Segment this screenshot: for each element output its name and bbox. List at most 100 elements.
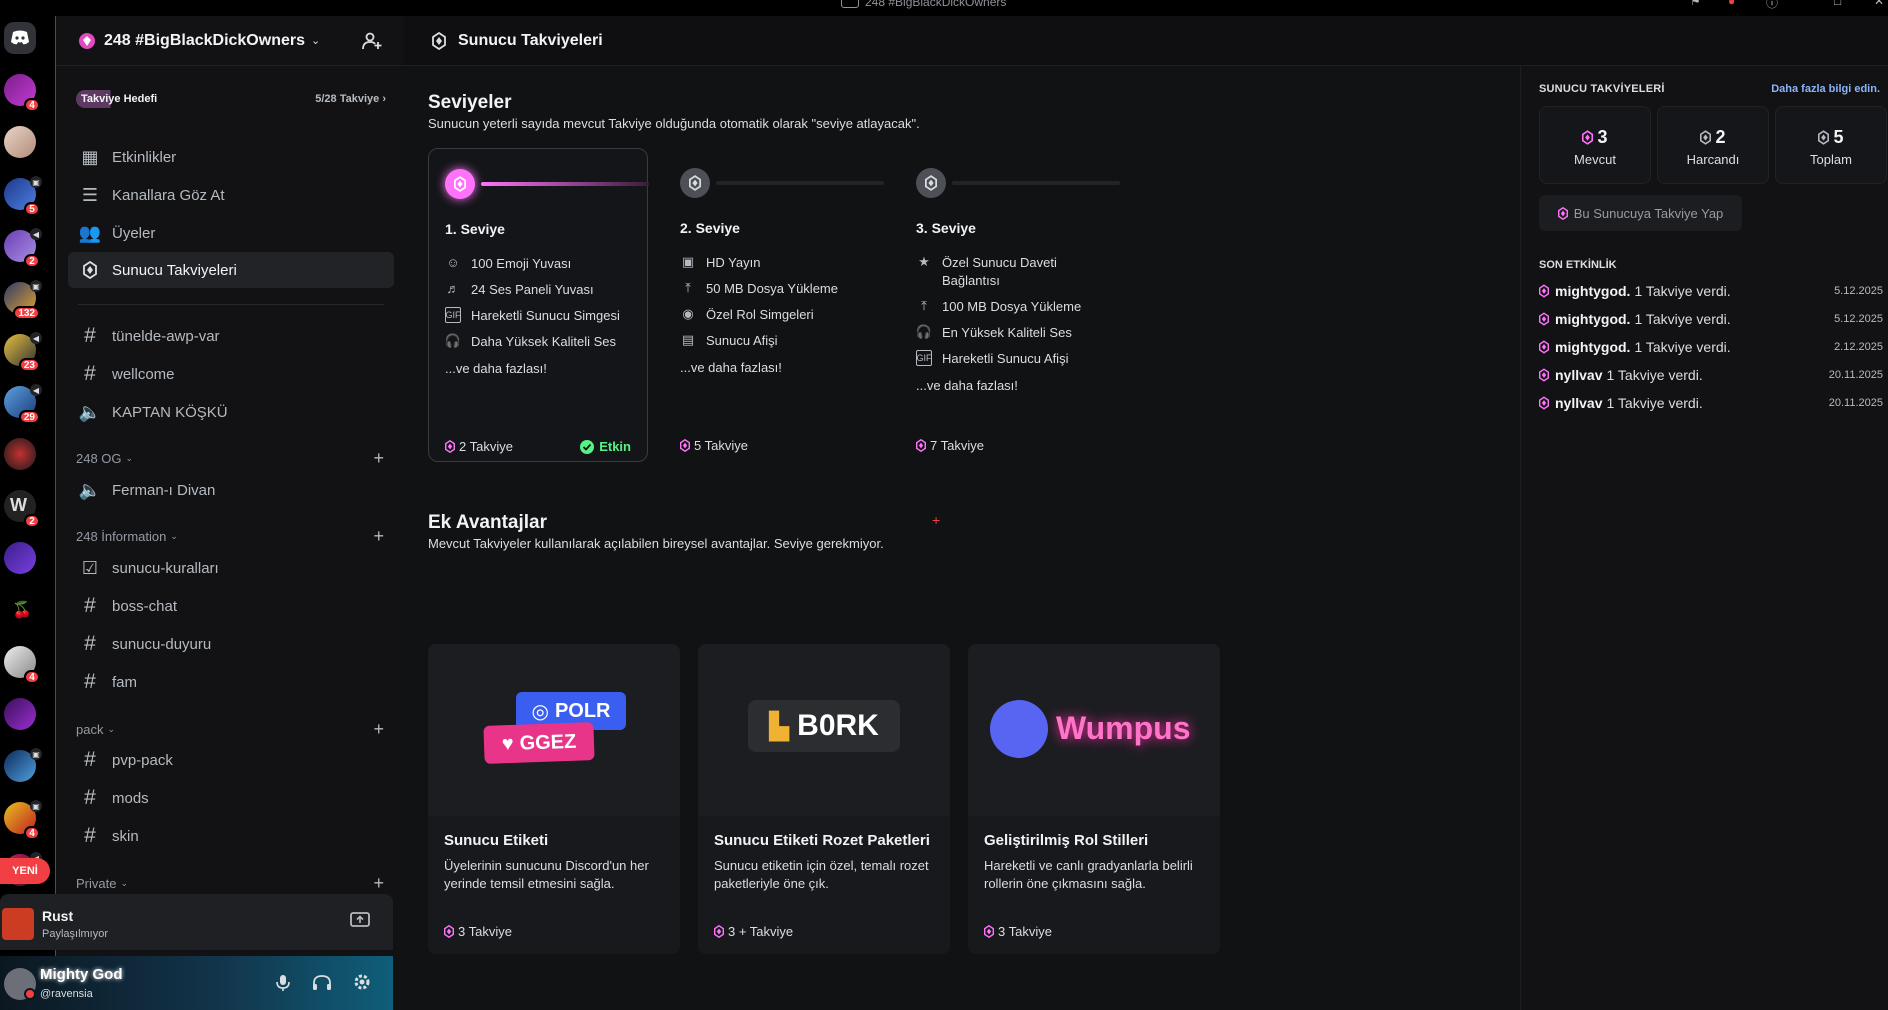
channel-skin[interactable]: # skin xyxy=(68,818,394,854)
perk-title: Sunucu Etiketi Rozet Paketleri xyxy=(714,832,930,849)
server-icon-5[interactable]: ▣ 132 xyxy=(4,280,42,320)
perk-card-role-styles[interactable]: Wumpus Geliştirilmiş Rol Stilleri Hareke… xyxy=(968,644,1220,954)
server-icon-12[interactable]: 4 xyxy=(4,646,40,684)
server-name: 248 #BigBlackDickOwners xyxy=(104,31,305,49)
channel-sunucu-kurallari[interactable]: ☑ sunucu-kuralları xyxy=(68,550,394,586)
perk-card-server-tag[interactable]: ◎ POLR ♥ GGEZ Sunucu Etiketi Üyelerinin su… xyxy=(428,644,680,954)
chevron-down-icon: ⌄ xyxy=(125,452,134,463)
window-title-bar: 248 #BigBlackDickOwners ⚑ ● ⓘ □ ✕ xyxy=(0,0,1888,16)
boost-gem-icon xyxy=(444,925,454,938)
server-header[interactable]: 248 #BigBlackDickOwners ⌄ xyxy=(56,16,404,66)
voice-channel-icon: 🔈 xyxy=(78,479,102,500)
channel-fam[interactable]: # fam xyxy=(68,664,394,700)
nav-server-boosts[interactable]: Sunucu Takviyeleri xyxy=(68,252,394,288)
server-icon-2[interactable] xyxy=(4,126,36,158)
boost-summary-header: SUNUCU TAKVİYELERİ xyxy=(1539,83,1665,95)
channel-sunucu-duyuru[interactable]: # sunucu-duyuru xyxy=(68,626,394,662)
channel-ferman-i-divan[interactable]: 🔈 Ferman-ı Divan xyxy=(68,472,394,508)
emoji-icon: ☺ xyxy=(446,255,460,270)
perk-card-badge-packs[interactable]: ▙ B0RK Sunucu Etiketi Rozet Paketleri Sun… xyxy=(698,644,950,954)
boost-this-server-button[interactable]: Bu Sunucuya Takviye Yap xyxy=(1539,195,1742,231)
perk-description: Hareketli ve canlı gradyanlarla belirli … xyxy=(984,858,1193,891)
server-icon-8[interactable] xyxy=(4,438,36,470)
perk-art: ▙ B0RK xyxy=(698,644,950,816)
members-icon: 👥 xyxy=(78,222,102,243)
nav-members[interactable]: 👥 Üyeler xyxy=(68,215,394,251)
browse-channels-icon: ☰ xyxy=(81,184,99,205)
server-icon-15[interactable]: ▣ 4 xyxy=(4,800,42,840)
channel-pvp-pack[interactable]: # pvp-pack xyxy=(68,742,394,778)
help-icon[interactable]: ⓘ xyxy=(1766,0,1780,10)
perk-item: ▣ HD Yayın xyxy=(681,254,761,270)
perk-item: ☺ 100 Emoji Yuvası xyxy=(446,255,572,271)
learn-more-link[interactable]: Daha fazla bilgi edin. xyxy=(1771,83,1880,95)
add-channel-icon[interactable]: + xyxy=(373,873,384,894)
heart-icon: ♥ xyxy=(501,732,514,755)
user-display-name: Mighty God xyxy=(40,966,123,983)
server-icon-14[interactable]: ▣ xyxy=(4,748,42,782)
perk-cost: 3 + Takviye xyxy=(714,924,793,939)
level-cost: 2 Takviye xyxy=(445,439,513,454)
server-guide-icon xyxy=(79,32,95,49)
notification-icon[interactable]: ● xyxy=(1728,0,1742,8)
server-icon-1[interactable]: 4 xyxy=(4,74,40,112)
tag-badge: ▙ B0RK xyxy=(748,700,900,752)
add-channel-icon[interactable]: + xyxy=(373,526,384,547)
soundboard-icon: ♬ xyxy=(446,281,460,296)
perk-item: ⤒ 50 MB Dosya Yükleme xyxy=(680,280,876,298)
perk-cost: 3 Takviye xyxy=(984,924,1052,939)
level-card-3: 3. Seviye ★ Özel Sunucu Daveti Bağlantısı… xyxy=(900,148,1120,462)
inbox-flag-icon[interactable]: ⚑ xyxy=(1690,0,1704,8)
headphones-icon: 🎧 xyxy=(915,324,933,339)
invite-people-icon[interactable] xyxy=(362,32,382,50)
boost-content: Seviyeler Sunucun yeterli sayıda mevcut … xyxy=(404,66,1520,1010)
gear-icon[interactable] xyxy=(352,972,372,992)
boost-goal-count: 5/28 Takviye › xyxy=(315,93,386,105)
server-icon-3[interactable]: ▣ 5 xyxy=(4,176,42,216)
microphone-icon[interactable] xyxy=(276,974,290,992)
server-icon-7[interactable]: ◀ 29 xyxy=(4,384,42,424)
channel-wellcome[interactable]: # wellcome xyxy=(68,356,394,392)
perk-item: 🎧 En Yüksek Kaliteli Ses xyxy=(915,324,1072,340)
speaker-icon: ◀ xyxy=(30,228,42,240)
stat-available: 3 Mevcut xyxy=(1539,106,1651,184)
server-icon-9[interactable]: W2 xyxy=(4,490,40,528)
text-channel-icon: # xyxy=(84,748,96,771)
headphones-icon[interactable] xyxy=(312,974,332,992)
maximize-icon[interactable]: □ xyxy=(1834,0,1848,8)
channel-sidebar: 248 #BigBlackDickOwners ⌄ Takviye Hedefi… xyxy=(56,16,404,1010)
boost-gem-icon xyxy=(1818,130,1830,145)
role-icon: ◉ xyxy=(682,306,694,321)
server-icon-11[interactable]: 🍒 xyxy=(4,594,36,626)
stat-total: 5 Toplam xyxy=(1775,106,1887,184)
new-unreads-pill[interactable]: YENİ xyxy=(0,858,50,884)
channel-tunelde-awp-var[interactable]: # tünelde-awp-var xyxy=(68,318,394,354)
boost-goal-bar[interactable]: Takviye Hedefi 5/28 Takviye › xyxy=(70,86,392,112)
channel-kaptan-koesku[interactable]: 🔈 KAPTAN KÖŞKÜ xyxy=(68,394,394,430)
level-name: 1. Seviye xyxy=(445,221,505,237)
activity-row: mightygod. 1 Takviye verdi. 5.12.2025 xyxy=(1539,281,1883,301)
add-channel-icon[interactable]: + xyxy=(373,448,384,469)
category-248-information[interactable]: 248 İnformation ⌄ + xyxy=(76,526,394,546)
nav-events[interactable]: ▦ Etkinlikler xyxy=(68,139,394,175)
close-icon[interactable]: ✕ xyxy=(1874,0,1888,8)
discord-home-button[interactable] xyxy=(4,22,36,54)
channel-boss-chat[interactable]: # boss-chat xyxy=(68,588,394,624)
add-channel-icon[interactable]: + xyxy=(373,719,384,740)
user-panel: Mighty God @ravensia xyxy=(0,956,393,1010)
category-248-og[interactable]: 248 OG ⌄ + xyxy=(76,448,394,468)
boost-gem-icon xyxy=(1539,340,1549,354)
channel-mods[interactable]: # mods xyxy=(68,780,394,816)
category-private[interactable]: Private ⌄ + xyxy=(76,873,394,893)
level-cost: 7 Takviye xyxy=(916,438,984,453)
server-icon-13[interactable] xyxy=(4,698,36,730)
share-screen-icon[interactable] xyxy=(350,912,370,930)
server-icon-10[interactable] xyxy=(4,542,36,574)
perk-title: Geliştirilmiş Rol Stilleri xyxy=(984,832,1149,849)
server-icon-4[interactable]: ◀ 2 xyxy=(4,228,42,268)
game-status: Paylaşılmıyor xyxy=(42,928,109,940)
server-icon-6[interactable]: ◀ 23 xyxy=(4,332,42,372)
nav-browse-channels[interactable]: ☰ Kanallara Göz At xyxy=(68,177,394,213)
category-pack[interactable]: pack ⌄ + xyxy=(76,719,394,739)
activity-row: mightygod. 1 Takviye verdi. 2.12.2025 xyxy=(1539,337,1883,357)
